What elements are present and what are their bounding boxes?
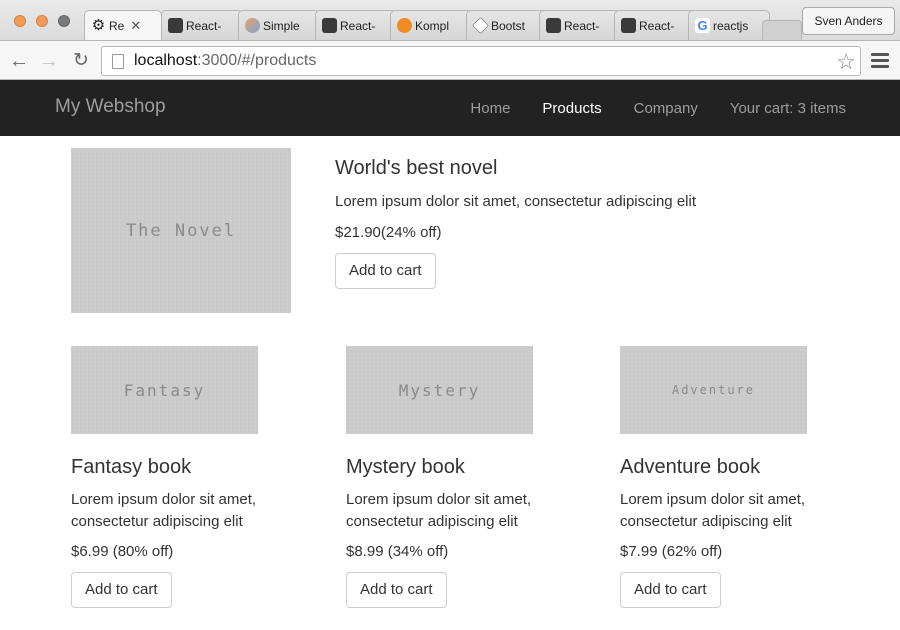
nav-links: Home Products Company Your cart: 3 items bbox=[454, 80, 900, 136]
product-title: Adventure book bbox=[620, 456, 761, 478]
browser-tab[interactable]: Kompl bbox=[390, 10, 472, 40]
browser-tab[interactable]: React- bbox=[315, 10, 397, 40]
new-tab-button[interactable] bbox=[762, 20, 802, 40]
image-placeholder-text: Mystery bbox=[398, 380, 481, 400]
product-image: Adventure bbox=[620, 346, 807, 434]
cart-link[interactable]: Your cart: 3 items bbox=[714, 100, 900, 117]
tab-label: React- bbox=[340, 18, 376, 33]
product-price: $6.99 (80% off) bbox=[71, 543, 174, 560]
simple-icon bbox=[245, 18, 260, 33]
tab-label: Re bbox=[109, 18, 125, 33]
orange-icon bbox=[397, 18, 412, 33]
add-to-cart-button[interactable]: Add to cart bbox=[71, 572, 172, 608]
react-icon bbox=[546, 18, 561, 33]
product-title: Mystery book bbox=[346, 456, 465, 478]
page-icon bbox=[112, 53, 124, 69]
url-host: localhost bbox=[134, 52, 198, 69]
product-card: Adventure Adventure book Lorem ipsum dol… bbox=[620, 346, 850, 608]
product-title: Fantasy book bbox=[71, 456, 192, 478]
browser-tab[interactable]: React- bbox=[161, 10, 243, 40]
browser-tab[interactable]: React- bbox=[614, 10, 696, 40]
description-line: Lorem ipsum dolor sit amet, bbox=[346, 491, 532, 508]
image-placeholder-text: Adventure bbox=[671, 383, 756, 397]
product-image: Fantasy bbox=[71, 346, 258, 434]
description-line: Lorem ipsum dolor sit amet, bbox=[71, 491, 257, 508]
close-window-button[interactable] bbox=[14, 15, 26, 27]
tab-label: React- bbox=[639, 18, 675, 33]
tab-label: reactjs bbox=[713, 18, 749, 33]
google-icon: G bbox=[695, 18, 710, 33]
product-card: Mystery Mystery book Lorem ipsum dolor s… bbox=[346, 346, 576, 608]
nav-link-products[interactable]: Products bbox=[526, 100, 617, 117]
product-description: Lorem ipsum dolor sit amet, consectetur … bbox=[335, 193, 696, 210]
tab-label: Bootst bbox=[491, 18, 526, 33]
browser-toolbar: ← → ↻ localhost:3000/#/products ☆ bbox=[0, 40, 900, 80]
image-placeholder-text: The Novel bbox=[125, 220, 237, 241]
product-price: $7.99 (62% off) bbox=[620, 543, 723, 560]
minimize-window-button[interactable] bbox=[36, 15, 48, 27]
address-bar[interactable]: localhost:3000/#/products ☆ bbox=[101, 46, 861, 76]
nav-link-company[interactable]: Company bbox=[618, 100, 714, 117]
gear-icon: ⚙ bbox=[91, 17, 106, 34]
hamburger-menu-icon[interactable] bbox=[871, 53, 889, 69]
add-to-cart-button[interactable]: Add to cart bbox=[335, 253, 436, 289]
product-description: Lorem ipsum dolor sit amet, consectetur … bbox=[620, 489, 850, 533]
product-description: Lorem ipsum dolor sit amet, consectetur … bbox=[346, 489, 576, 533]
browser-titlebar: ⚙ Re ✕ React- Simple React- Kompl Bootst… bbox=[0, 0, 900, 40]
brand-logo[interactable]: My Webshop bbox=[55, 96, 166, 118]
image-placeholder-text: Fantasy bbox=[123, 380, 206, 400]
tab-label: Kompl bbox=[415, 18, 450, 33]
featured-product-image: The Novel bbox=[71, 148, 291, 313]
reload-icon[interactable]: ↻ bbox=[70, 50, 92, 72]
react-icon bbox=[168, 18, 183, 33]
forward-arrow-icon[interactable]: → bbox=[38, 50, 60, 72]
add-to-cart-button[interactable]: Add to cart bbox=[346, 572, 447, 608]
url-path: :3000/#/products bbox=[197, 52, 317, 69]
nav-link-home[interactable]: Home bbox=[454, 100, 526, 117]
product-description: Lorem ipsum dolor sit amet, consectetur … bbox=[71, 489, 301, 533]
product-price: $21.90(24% off) bbox=[335, 224, 442, 241]
close-tab-icon[interactable]: ✕ bbox=[130, 18, 141, 34]
tab-label: Simple bbox=[263, 18, 300, 33]
featured-product-info: World's best novel Lorem ipsum dolor sit… bbox=[335, 157, 855, 289]
description-line: consectetur adipiscing elit bbox=[346, 513, 518, 530]
product-title: World's best novel bbox=[335, 157, 498, 179]
tab-label: React- bbox=[564, 18, 600, 33]
maximize-window-button[interactable] bbox=[58, 15, 70, 27]
bookmark-star-icon[interactable]: ☆ bbox=[836, 49, 856, 75]
description-line: consectetur adipiscing elit bbox=[71, 513, 243, 530]
product-card: Fantasy Fantasy book Lorem ipsum dolor s… bbox=[71, 346, 301, 608]
profile-button[interactable]: Sven Anders bbox=[802, 7, 895, 35]
browser-tab[interactable]: React- bbox=[539, 10, 621, 40]
product-price: $8.99 (34% off) bbox=[346, 543, 449, 560]
tab-label: React- bbox=[186, 18, 222, 33]
description-line: consectetur adipiscing elit bbox=[620, 513, 792, 530]
react-icon bbox=[621, 18, 636, 33]
browser-tab[interactable]: Bootst bbox=[466, 10, 548, 40]
browser-tab[interactable]: Simple bbox=[238, 10, 320, 40]
add-to-cart-button[interactable]: Add to cart bbox=[620, 572, 721, 608]
site-navbar: My Webshop Home Products Company Your ca… bbox=[0, 80, 900, 136]
bootstrap-icon bbox=[472, 17, 489, 34]
browser-tab[interactable]: G reactjs bbox=[688, 10, 770, 40]
browser-tab-active[interactable]: ⚙ Re ✕ bbox=[84, 10, 162, 40]
back-arrow-icon[interactable]: ← bbox=[8, 50, 30, 72]
product-image: Mystery bbox=[346, 346, 533, 434]
react-icon bbox=[322, 18, 337, 33]
description-line: Lorem ipsum dolor sit amet, bbox=[620, 491, 806, 508]
